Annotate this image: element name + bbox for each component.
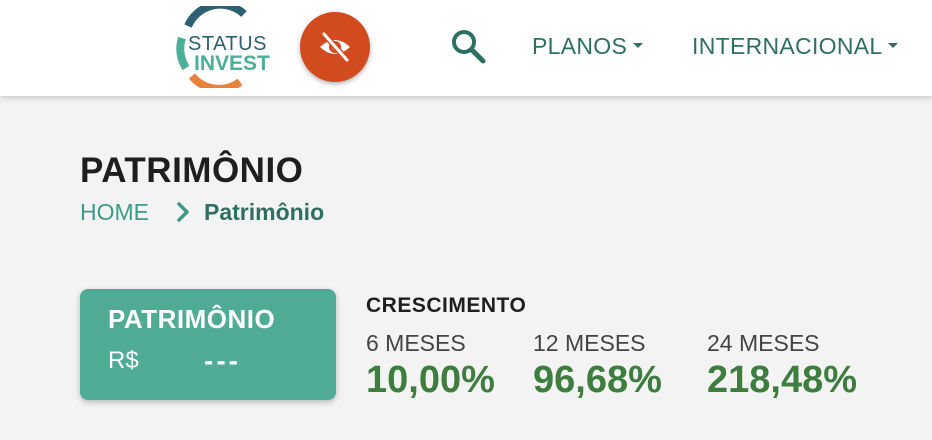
eye-slash-icon: [320, 31, 350, 63]
chevron-right-icon: [177, 202, 189, 222]
caret-down-icon: [633, 43, 644, 49]
growth-period-label: 12 MESES: [533, 330, 646, 356]
search-button[interactable]: [446, 24, 490, 68]
card-value: ---: [204, 345, 241, 376]
nav-planos-dropdown[interactable]: PLANOS: [532, 32, 644, 60]
growth-period-label: 24 MESES: [707, 330, 820, 356]
breadcrumb-home-link[interactable]: HOME: [80, 198, 149, 226]
growth-period-value: 96,68%: [533, 359, 662, 401]
caret-down-icon: [888, 43, 899, 49]
hide-values-button[interactable]: [300, 12, 370, 82]
logo-text-invest: INVEST: [194, 52, 270, 75]
growth-period-value: 10,00%: [366, 359, 495, 401]
status-invest-logo[interactable]: STATUS INVEST: [170, 6, 274, 88]
growth-period-6-months: 6 MESES 10,00%: [366, 330, 495, 402]
nav-internacional-label: INTERNACIONAL: [692, 33, 883, 59]
growth-period-value: 218,48%: [707, 359, 858, 401]
card-title: PATRIMÔNIO: [108, 304, 276, 334]
growth-period-24-months: 24 MESES 218,48%: [707, 330, 857, 402]
growth-period-12-months: 12 MESES 96,68%: [533, 330, 662, 402]
growth-period-label: 6 MESES: [366, 330, 466, 356]
search-icon: [452, 30, 486, 64]
logo-text-status: STATUS: [188, 33, 267, 55]
nav-planos-label: PLANOS: [532, 33, 628, 59]
top-navbar: STATUS INVEST PLANOS INTERNACIONAL: [0, 0, 932, 96]
nav-internacional-dropdown[interactable]: INTERNACIONAL: [692, 32, 899, 60]
page-title: PATRIMÔNIO: [80, 151, 304, 190]
card-currency: R$: [108, 347, 139, 374]
breadcrumb-current: Patrimônio: [204, 199, 325, 225]
growth-title: CRESCIMENTO: [366, 294, 527, 317]
patrimonio-summary-card: PATRIMÔNIO R$ ---: [80, 289, 336, 400]
